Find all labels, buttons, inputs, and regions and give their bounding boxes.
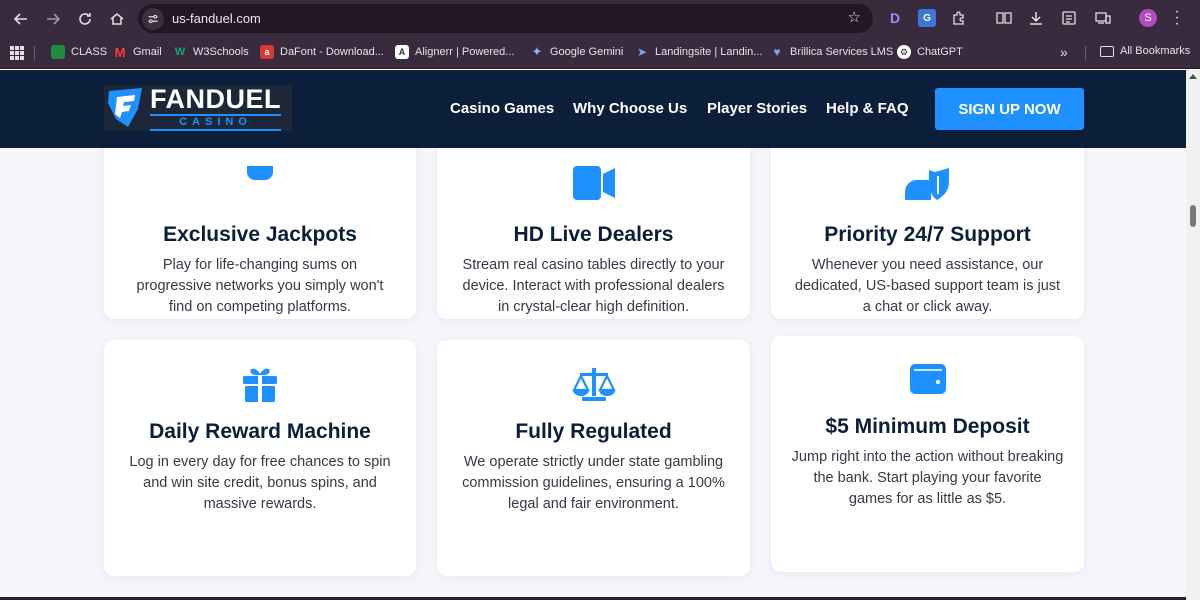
extension-d-icon[interactable]: D [886, 9, 904, 27]
wallet-icon [909, 364, 946, 394]
nav-why-choose-us[interactable]: Why Choose Us [573, 100, 687, 117]
chatgpt-icon: ⚙ [897, 45, 911, 59]
trophy-icon [247, 166, 273, 180]
scale-balance-icon [571, 368, 616, 401]
gift-icon [243, 368, 277, 402]
bookmark-label: CLASS [71, 46, 108, 58]
bookmark-label: Landingsite | Landin... [655, 46, 763, 58]
feature-description: Whenever you need assistance, our dedica… [794, 257, 1061, 315]
gmail-icon: M [114, 44, 126, 60]
browser-menu-icon[interactable]: · · · [1172, 4, 1182, 32]
feature-description: We operate strictly under state gambling… [462, 454, 725, 512]
translate-extension-icon[interactable]: G [918, 9, 936, 27]
reading-list-icon[interactable] [1060, 9, 1078, 27]
sign-up-button[interactable]: SIGN UP NOW [935, 88, 1084, 130]
bookmark-gemini[interactable]: ✦ Google Gemini [530, 44, 624, 59]
back-icon[interactable] [8, 6, 34, 32]
bookmarks-divider [34, 46, 35, 61]
bookmark-dafont[interactable]: a DaFont - Download... [260, 45, 384, 59]
feature-title: HD Live Dealers [513, 223, 674, 246]
feature-title: Daily Reward Machine [149, 420, 371, 443]
bookmark-class[interactable]: CLASS [51, 45, 107, 59]
bookmark-label: Alignerr | Powered... [415, 46, 515, 58]
bookmark-w3schools[interactable]: W W3Schools [173, 45, 249, 59]
feature-title: Exclusive Jackpots [163, 223, 357, 246]
bookmark-chatgpt[interactable]: ⚙ ChatGPT [897, 45, 963, 59]
all-bookmarks-folder[interactable]: All Bookmarks [1100, 45, 1190, 57]
nav-casino-games[interactable]: Casino Games [450, 100, 554, 117]
dafont-icon: a [260, 45, 274, 59]
feature-description: Log in every day for free chances to spi… [129, 454, 391, 512]
logo-subtitle: CASINO [150, 113, 281, 131]
folder-icon [1100, 45, 1114, 57]
bookmark-alignerr[interactable]: A Alignerr | Powered... [395, 45, 514, 59]
feature-description: Play for life-changing sums on progressi… [136, 257, 384, 315]
extensions-puzzle-icon[interactable] [950, 9, 968, 27]
all-bookmarks-label: All Bookmarks [1120, 45, 1191, 57]
feature-card-min-deposit: $5 Minimum Deposit Jump right into the a… [771, 336, 1084, 572]
forward-icon[interactable] [40, 6, 66, 32]
video-camera-icon [572, 166, 615, 200]
feature-card-daily-reward: Daily Reward Machine Log in every day fo… [104, 340, 416, 576]
page-viewport: FANDUEL CASINO Casino Games Why Choose U… [0, 70, 1186, 600]
feature-description: Stream real casino tables directly to yo… [462, 257, 725, 315]
feature-description: Jump right into the action without break… [791, 449, 1064, 507]
bookmark-star-icon[interactable]: ☆ [848, 10, 861, 26]
logo-wordmark: FANDUEL CASINO [150, 83, 281, 131]
page-scrollbar[interactable] [1186, 70, 1200, 600]
scroll-up-arrow-icon[interactable] [1189, 74, 1197, 79]
bookmark-brillica[interactable]: ♥ Brillica Services LMS [770, 45, 893, 59]
scrollbar-thumb[interactable] [1190, 205, 1196, 227]
url-text[interactable]: us-fanduel.com [172, 11, 261, 26]
bookmark-label: Brillica Services LMS [790, 46, 894, 58]
bookmarks-bar: CLASS M Gmail W W3Schools a DaFont - Dow… [0, 37, 1200, 69]
bookmark-gmail[interactable]: M Gmail [113, 44, 162, 60]
gemini-icon: ✦ [531, 44, 543, 59]
nav-help-faq[interactable]: Help & FAQ [826, 100, 909, 117]
site-header: FANDUEL CASINO Casino Games Why Choose U… [0, 70, 1186, 148]
landingsite-icon: ➤ [636, 45, 648, 59]
bookmark-label: W3Schools [193, 46, 249, 58]
bookmark-landingsite[interactable]: ➤ Landingsite | Landin... [635, 45, 762, 59]
bookmarks-divider [1085, 46, 1086, 61]
bookmark-label: DaFont - Download... [280, 46, 384, 58]
address-bar[interactable]: us-fanduel.com ☆ [138, 4, 873, 33]
bookmark-label: ChatGPT [917, 46, 963, 58]
feature-card-regulated: Fully Regulated We operate strictly unde… [437, 340, 750, 576]
bookmark-label: Gmail [133, 46, 162, 58]
nav-player-stories[interactable]: Player Stories [707, 100, 807, 117]
apps-grid-icon[interactable] [10, 46, 24, 60]
google-classroom-icon [51, 45, 65, 59]
w3schools-icon: W [174, 46, 186, 58]
logo-name: FANDUEL [150, 83, 281, 114]
devices-icon[interactable] [1094, 9, 1112, 27]
bookmark-label: Google Gemini [550, 46, 624, 58]
alignerr-icon: A [395, 45, 409, 59]
home-icon[interactable] [104, 6, 130, 32]
feature-title: $5 Minimum Deposit [825, 415, 1030, 438]
reading-mode-icon[interactable] [995, 9, 1013, 27]
profile-avatar[interactable]: S [1139, 9, 1157, 27]
fanduel-shield-icon [108, 88, 142, 127]
user-shield-icon [904, 168, 949, 200]
brillica-icon: ♥ [773, 45, 781, 59]
reload-icon[interactable] [72, 6, 98, 32]
download-icon[interactable] [1027, 9, 1045, 27]
fanduel-casino-logo[interactable]: FANDUEL CASINO [104, 85, 292, 131]
browser-toolbar: us-fanduel.com ☆ D G S · · · [0, 0, 1200, 37]
site-info-icon[interactable] [142, 7, 164, 30]
more-bookmarks-icon[interactable]: » [1060, 44, 1068, 60]
feature-title: Priority 24/7 Support [824, 223, 1031, 246]
feature-title: Fully Regulated [515, 420, 672, 443]
